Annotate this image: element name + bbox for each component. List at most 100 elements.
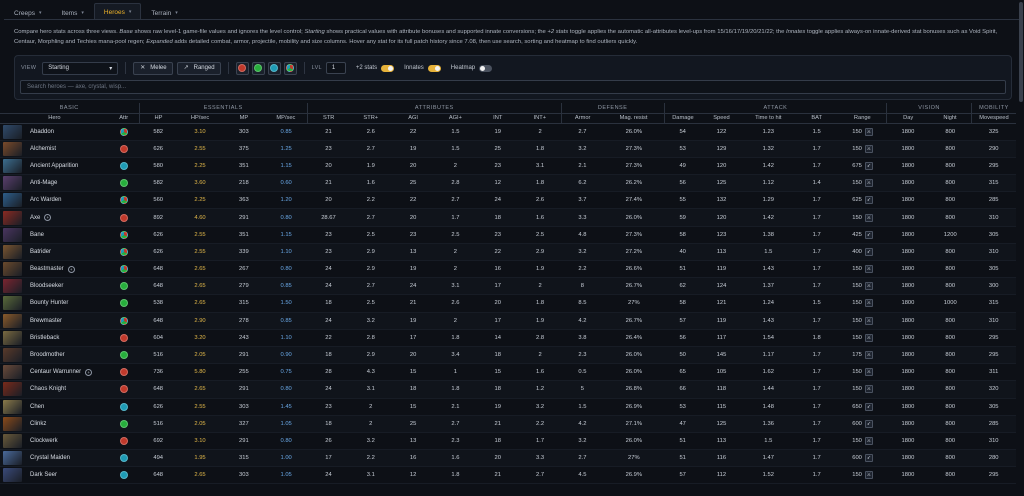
hero-row[interactable]: Chaos Knight 648 2.65 291 0.80 24 3.1 18 1.8 18 1.…	[0, 380, 1016, 399]
innate-info-icon[interactable]: +	[67, 265, 75, 273]
hero-row[interactable]: Alchemist 626 2.55 375 1.25 23 2.7 19 1.5 25 1.8 3.…	[0, 140, 1016, 158]
hero-row[interactable]: Chen 626 2.55 303 1.45 23 2 15 2.1 19 3.2 1.5 26.9% 5…	[0, 398, 1016, 416]
hero-row[interactable]: Centaur Warrunner +736 5.80 255 0.75 28 4.3 15 1…	[0, 363, 1016, 382]
hp-regen-cell: 2.65	[177, 466, 223, 485]
column-header-time-to-hit[interactable]: Time to hit	[741, 113, 796, 124]
hero-row[interactable]: Bane 626 2.55 351 1.15 23 2.5 23 2.5 23 2.5 4.8 27.3…	[0, 226, 1016, 244]
column-header-armor[interactable]: Armor	[560, 113, 604, 124]
hero-row[interactable]: Anti-Mage 582 3.60 218 0.60 21 1.6 25 2.8 12 1.8 6.…	[0, 174, 1016, 193]
hero-row[interactable]: Bloodseeker 648 2.65 279 0.85 24 2.7 24 3.1 17 2 8 2…	[0, 277, 1016, 296]
hero-name[interactable]: Chen	[30, 404, 44, 410]
tab-items[interactable]: Items ▾	[51, 5, 93, 20]
time-to-hit-cell: 1.42	[741, 157, 796, 176]
hero-row[interactable]: Axe +892 4.60 291 0.80 28.67 2.7 20 1.7 18 1.6 3.3 2…	[0, 208, 1016, 227]
hero-row[interactable]: Abaddon 582 3.10 303 0.85 21 2.6 22 1.5 19 2 2.7 26.…	[0, 123, 1016, 141]
hero-name[interactable]: Arc Warden	[30, 197, 61, 203]
column-header-attr[interactable]: Attr	[108, 113, 140, 124]
hero-name[interactable]: Chaos Knight	[30, 386, 66, 392]
tab-heroes[interactable]: Heroes ▾	[93, 3, 142, 20]
strength-filter-button[interactable]	[235, 61, 249, 75]
column-header-str+[interactable]: STR+	[349, 113, 392, 124]
column-header-damage[interactable]: Damage	[663, 113, 702, 124]
hero-name[interactable]: Ancient Apparition	[30, 163, 78, 169]
agility-filter-button[interactable]	[251, 61, 265, 75]
hero-name[interactable]: Beastmaster	[30, 266, 64, 272]
hero-name[interactable]: Bristleback	[30, 335, 59, 341]
column-header-mp-sec[interactable]: MP/sec	[265, 113, 308, 124]
hero-name[interactable]: Anti-Mage	[30, 180, 57, 186]
hero-row[interactable]: Dark Seer 648 2.65 303 1.05 24 3.1 12 1.8 21 2.7 4.…	[0, 466, 1016, 485]
movespeed-cell: 295	[971, 329, 1016, 347]
hero-name[interactable]: Brewmaster	[30, 318, 62, 324]
column-header-range[interactable]: Range	[838, 113, 887, 124]
hero-portrait	[3, 365, 22, 380]
column-header-hero[interactable]: Hero	[0, 113, 109, 124]
column-header-mag-resist[interactable]: Mag. resist	[603, 113, 665, 124]
str-gain-cell: 2.8	[349, 329, 392, 347]
hero-row[interactable]: Clockwerk 692 3.10 291 0.80 26 3.2 13 2.3 18 1.7 3.…	[0, 432, 1016, 451]
hero-name[interactable]: Clinkz	[30, 421, 46, 427]
hero-row[interactable]: Broodmother 516 2.05 291 0.90 18 2.9 20 3.4 18 2 2.…	[0, 346, 1016, 365]
melee-icon: ⚔	[864, 127, 873, 136]
hero-name[interactable]: Alchemist	[30, 146, 56, 152]
column-header-movespeed[interactable]: Movespeed	[970, 113, 1016, 124]
intelligence-icon	[119, 471, 128, 480]
tab-creeps[interactable]: Creeps ▾	[4, 5, 51, 20]
tab-terrain[interactable]: Terrain ▾	[141, 5, 187, 20]
scrollbar-thumb[interactable]	[1019, 2, 1023, 102]
hero-name[interactable]: Broodmother	[30, 352, 65, 358]
hero-row[interactable]: Brewmaster 648 2.90 278 0.85 24 3.2 19 2 17 1.9 4.2…	[0, 312, 1016, 330]
intelligence-filter-button[interactable]	[267, 61, 281, 75]
column-header-night[interactable]: Night	[929, 113, 972, 124]
hero-name[interactable]: Dark Seer	[30, 472, 57, 478]
hero-name[interactable]: Bloodseeker	[30, 283, 63, 289]
column-header-bat[interactable]: BAT	[795, 113, 839, 124]
hero-row[interactable]: Bounty Hunter 538 2.65 315 1.50 18 2.5 21 2.6 20 1…	[0, 294, 1016, 313]
innates-toggle[interactable]	[427, 64, 441, 72]
column-header-hp[interactable]: HP	[138, 113, 178, 124]
view-select[interactable]: Starting ▾	[42, 61, 119, 75]
hero-name[interactable]: Crystal Maiden	[30, 455, 70, 461]
hero-row[interactable]: Crystal Maiden 494 1.95 315 1.00 17 2.2 16 1.6 20…	[0, 449, 1016, 468]
universal-filter-button[interactable]	[283, 61, 297, 75]
column-header-hp-sec[interactable]: HP/sec	[177, 113, 223, 124]
ranged-filter-button[interactable]: ↗ Ranged	[176, 61, 221, 75]
hero-name[interactable]: Batrider	[30, 249, 51, 255]
agi-gain-cell: 2.8	[434, 174, 477, 193]
innate-info-icon[interactable]: +	[44, 214, 52, 222]
hero-row[interactable]: Batrider 626 2.55 339 1.10 23 2.9 13 2 22 2.9 3.2 27…	[0, 243, 1016, 262]
hero-row[interactable]: Beastmaster +648 2.65 267 0.80 24 2.9 19 2 16 1.9 2…	[0, 260, 1016, 279]
hero-portrait	[3, 193, 22, 208]
int-cell: 24	[476, 191, 519, 210]
column-header-int+[interactable]: INT+	[518, 113, 562, 124]
intelligence-icon	[270, 64, 279, 72]
magic-resist-cell: 27.2%	[603, 243, 665, 262]
level-input[interactable]: 1	[325, 62, 346, 74]
plus2-stats-toggle[interactable]	[381, 64, 395, 72]
column-header-str[interactable]: STR	[306, 113, 350, 124]
column-header-int[interactable]: INT	[476, 113, 519, 124]
hero-name[interactable]: Centaur Warrunner	[30, 369, 81, 375]
hero-row[interactable]: Bristleback 604 3.20 243 1.10 22 2.8 17 1.8 14 2.8…	[0, 329, 1016, 347]
hero-name[interactable]: Axe	[30, 215, 40, 221]
int-gain-cell: 2.9	[518, 243, 562, 262]
time-to-hit-cell: 1.12	[741, 174, 796, 193]
column-header-speed[interactable]: Speed	[701, 113, 742, 124]
column-header-agi+[interactable]: AGI+	[434, 113, 477, 124]
innate-info-icon[interactable]: +	[85, 368, 93, 376]
int-cell: 18	[476, 208, 519, 227]
hero-name[interactable]: Abaddon	[30, 129, 54, 135]
hero-row[interactable]: Clinkz 516 2.05 327 1.05 18 2 25 2.7 21 2.2 4.2 27.1…	[0, 415, 1016, 433]
hero-name[interactable]: Bounty Hunter	[30, 300, 68, 306]
page-scrollbar[interactable]	[1019, 0, 1023, 496]
hero-name[interactable]: Bane	[30, 232, 44, 238]
column-header-agi[interactable]: AGI	[391, 113, 435, 124]
hero-row[interactable]: Arc Warden 560 2.25 363 1.20 20 2.2 22 2.7 24 2.6 3…	[0, 191, 1016, 210]
hero-row[interactable]: Ancient Apparition 580 2.25 351 1.15 20 1.9 20 2…	[0, 157, 1016, 176]
hero-search-input[interactable]: Search heroes — axe, crystal, wisp...	[20, 80, 1006, 94]
heatmap-toggle[interactable]	[479, 64, 493, 72]
melee-filter-button[interactable]: ✕ Melee	[133, 61, 173, 75]
column-header-day[interactable]: Day	[886, 113, 930, 124]
column-header-mp[interactable]: MP	[222, 113, 265, 124]
hero-name[interactable]: Clockwerk	[30, 438, 58, 444]
